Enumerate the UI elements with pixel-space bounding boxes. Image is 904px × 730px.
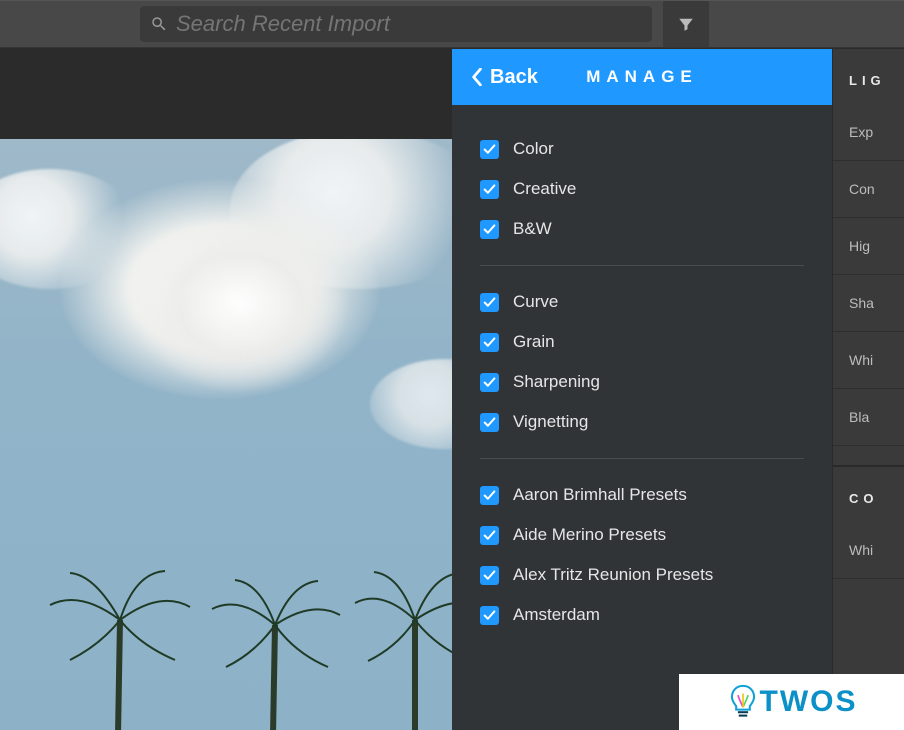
slider-row[interactable]: Sha bbox=[833, 275, 904, 332]
slider-row[interactable]: Whi bbox=[833, 522, 904, 579]
top-toolbar bbox=[0, 0, 904, 48]
edit-section-title-color[interactable]: CO bbox=[833, 466, 904, 522]
canvas-area bbox=[0, 49, 452, 730]
preset-checkbox-row[interactable]: Amsterdam bbox=[480, 595, 804, 635]
preset-group: Curve Grain Sharpening Vignetting bbox=[480, 276, 804, 448]
checkbox-checked[interactable] bbox=[480, 526, 499, 545]
check-icon bbox=[483, 489, 496, 502]
preset-checkbox-row[interactable]: Sharpening bbox=[480, 362, 804, 402]
preset-checkbox-row[interactable]: Alex Tritz Reunion Presets bbox=[480, 555, 804, 595]
preset-checkbox-row[interactable]: Creative bbox=[480, 169, 804, 209]
photo-preview[interactable] bbox=[0, 139, 452, 730]
check-icon bbox=[483, 183, 496, 196]
preset-group: Aaron Brimhall Presets Aide Merino Prese… bbox=[480, 469, 804, 641]
back-button[interactable]: Back bbox=[470, 66, 538, 89]
manage-panel: Back MANAGE Color Creative B&W bbox=[452, 49, 832, 730]
check-icon bbox=[483, 296, 496, 309]
slider-row[interactable]: Hig bbox=[833, 218, 904, 275]
checkbox-checked[interactable] bbox=[480, 566, 499, 585]
checkbox-label: B&W bbox=[513, 219, 552, 239]
back-label: Back bbox=[490, 66, 538, 89]
check-icon bbox=[483, 609, 496, 622]
manage-panel-header: Back MANAGE bbox=[452, 49, 832, 105]
preset-checkbox-row[interactable]: Vignetting bbox=[480, 402, 804, 442]
search-input[interactable] bbox=[168, 10, 652, 38]
main-area: Back MANAGE Color Creative B&W bbox=[0, 49, 904, 730]
search-icon bbox=[150, 15, 168, 33]
filter-button[interactable] bbox=[663, 1, 709, 47]
checkbox-checked[interactable] bbox=[480, 140, 499, 159]
checkbox-checked[interactable] bbox=[480, 293, 499, 312]
check-icon bbox=[483, 529, 496, 542]
checkbox-checked[interactable] bbox=[480, 606, 499, 625]
check-icon bbox=[483, 416, 496, 429]
preset-checkbox-row[interactable]: Aaron Brimhall Presets bbox=[480, 475, 804, 515]
edit-sidebar: LIG Exp Con Hig Sha Whi Bla CO Whi bbox=[832, 49, 904, 730]
slider-row[interactable]: Bla bbox=[833, 389, 904, 446]
checkbox-checked[interactable] bbox=[480, 180, 499, 199]
watermark-badge: TWOS bbox=[679, 674, 904, 730]
checkbox-label: Grain bbox=[513, 332, 555, 352]
preset-checkbox-row[interactable]: Aide Merino Presets bbox=[480, 515, 804, 555]
checkbox-checked[interactable] bbox=[480, 486, 499, 505]
toolbar-right bbox=[663, 1, 904, 47]
slider-row[interactable]: Whi bbox=[833, 332, 904, 389]
checkbox-label: Alex Tritz Reunion Presets bbox=[513, 565, 713, 585]
preset-checkbox-row[interactable]: Curve bbox=[480, 282, 804, 322]
preset-group: Color Creative B&W bbox=[480, 123, 804, 255]
checkbox-checked[interactable] bbox=[480, 333, 499, 352]
edit-section-title-light[interactable]: LIG bbox=[833, 49, 904, 104]
checkbox-label: Vignetting bbox=[513, 412, 588, 432]
checkbox-label: Curve bbox=[513, 292, 558, 312]
check-icon bbox=[483, 143, 496, 156]
palm-tree bbox=[200, 575, 350, 730]
check-icon bbox=[483, 569, 496, 582]
watermark-text: TWOS bbox=[760, 685, 858, 719]
checkbox-checked[interactable] bbox=[480, 220, 499, 239]
preset-checkbox-row[interactable]: Color bbox=[480, 129, 804, 169]
manage-panel-body[interactable]: Color Creative B&W Curve bbox=[452, 105, 832, 730]
checkbox-label: Sharpening bbox=[513, 372, 600, 392]
checkbox-checked[interactable] bbox=[480, 373, 499, 392]
checkbox-label: Color bbox=[513, 139, 554, 159]
chevron-left-icon bbox=[470, 68, 484, 86]
checkbox-label: Aide Merino Presets bbox=[513, 525, 666, 545]
checkbox-label: Creative bbox=[513, 179, 576, 199]
checkbox-label: Aaron Brimhall Presets bbox=[513, 485, 687, 505]
preset-checkbox-row[interactable]: Grain bbox=[480, 322, 804, 362]
check-icon bbox=[483, 336, 496, 349]
section-gap bbox=[833, 446, 904, 466]
check-icon bbox=[483, 376, 496, 389]
funnel-icon bbox=[677, 15, 695, 33]
search-field[interactable] bbox=[140, 6, 652, 42]
divider bbox=[480, 265, 804, 266]
cloud bbox=[130, 214, 350, 394]
slider-row[interactable]: Con bbox=[833, 161, 904, 218]
slider-row[interactable]: Exp bbox=[833, 104, 904, 161]
lightbulb-icon bbox=[726, 683, 760, 721]
divider bbox=[480, 458, 804, 459]
palm-tree bbox=[40, 565, 200, 730]
check-icon bbox=[483, 223, 496, 236]
checkbox-checked[interactable] bbox=[480, 413, 499, 432]
palm-tree bbox=[340, 565, 452, 730]
checkbox-label: Amsterdam bbox=[513, 605, 600, 625]
preset-checkbox-row[interactable]: B&W bbox=[480, 209, 804, 249]
